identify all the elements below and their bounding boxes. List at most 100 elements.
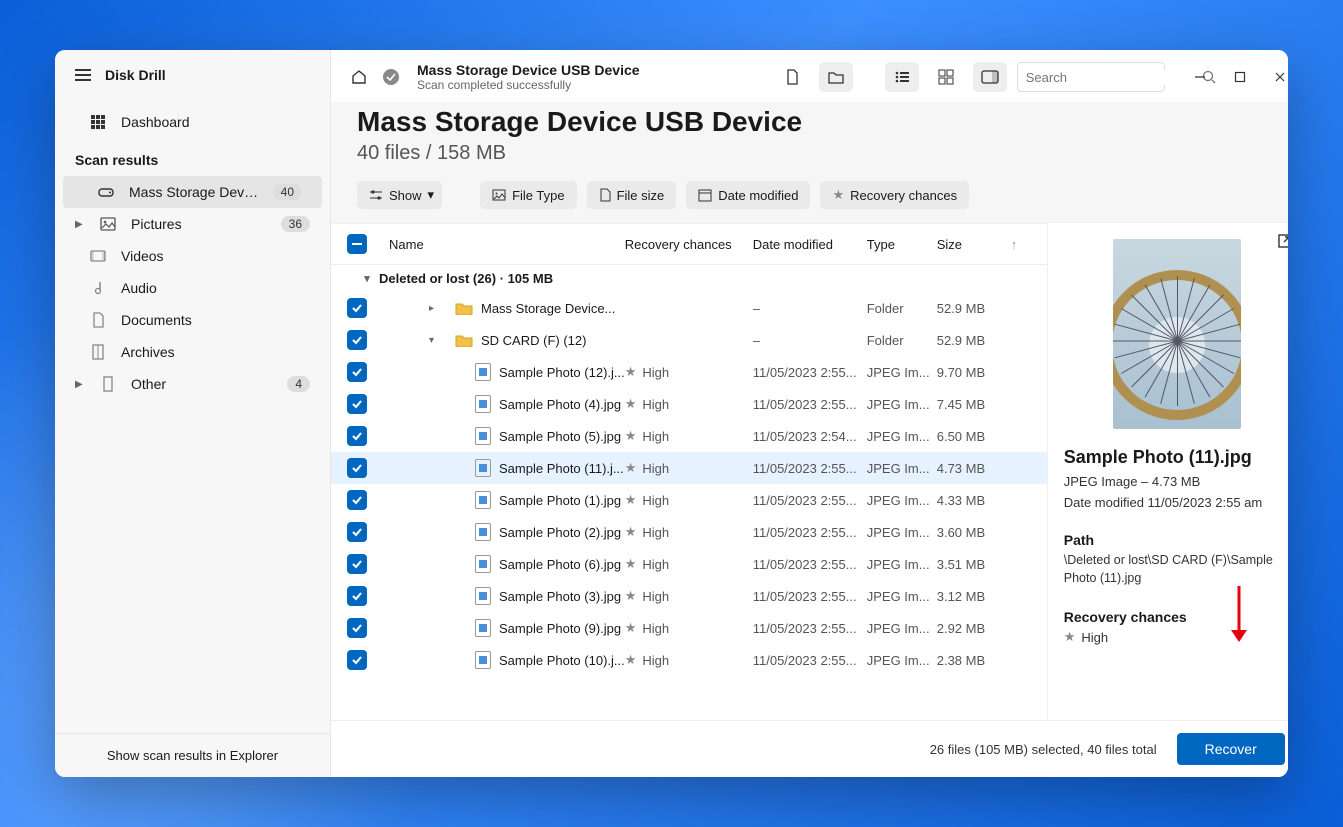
show-filter-button[interactable]: Show ▾ xyxy=(357,181,442,209)
folder-view-button[interactable] xyxy=(819,62,853,92)
date-filter-button[interactable]: Date modified xyxy=(686,181,810,209)
sidebar-item-label: Documents xyxy=(121,312,310,328)
row-checkbox[interactable] xyxy=(347,298,367,318)
grid-view-button[interactable] xyxy=(929,62,963,92)
sidebar-item-device[interactable]: Mass Storage Device USB... 40 xyxy=(63,176,322,208)
sidebar-item-other[interactable]: ▶ Other 4 xyxy=(55,368,330,400)
row-checkbox[interactable] xyxy=(347,650,367,670)
cell-date: 11/05/2023 2:55... xyxy=(753,397,867,412)
chevron-down-icon[interactable]: ▾ xyxy=(355,272,379,285)
sidebar-item-videos[interactable]: Videos xyxy=(55,240,330,272)
menu-icon[interactable] xyxy=(75,69,91,81)
search-input[interactable] xyxy=(1026,70,1202,85)
close-button[interactable] xyxy=(1271,68,1288,86)
sidebar-item-dashboard[interactable]: Dashboard xyxy=(55,106,330,138)
table-row[interactable]: Sample Photo (10).j...★High11/05/2023 2:… xyxy=(331,644,1047,676)
column-header-recovery[interactable]: Recovery chances xyxy=(625,237,753,252)
cell-size: 52.9 MB xyxy=(937,333,1011,348)
cell-date: 11/05/2023 2:55... xyxy=(753,621,867,636)
file-icon xyxy=(475,523,491,541)
table-row[interactable]: Sample Photo (1).jpg★High11/05/2023 2:55… xyxy=(331,484,1047,516)
maximize-button[interactable] xyxy=(1231,68,1249,86)
cell-size: 9.70 MB xyxy=(937,365,1011,380)
calendar-icon xyxy=(698,188,712,202)
column-header-date[interactable]: Date modified xyxy=(753,237,867,252)
search-box[interactable] xyxy=(1017,62,1165,92)
cell-size: 4.33 MB xyxy=(937,493,1011,508)
file-name: Sample Photo (1).jpg xyxy=(499,493,621,508)
cell-type: JPEG Im... xyxy=(867,461,937,476)
cell-name: Sample Photo (3).jpg xyxy=(381,587,625,605)
cell-size: 7.45 MB xyxy=(937,397,1011,412)
table-header: Name Recovery chances Date modified Type… xyxy=(331,224,1047,265)
row-checkbox[interactable] xyxy=(347,554,367,574)
sidebar-item-pictures[interactable]: ▶ Pictures 36 xyxy=(55,208,330,240)
app-window: Disk Drill Dashboard Scan results Mass S… xyxy=(55,50,1288,777)
toolbar: Mass Storage Device USB Device Scan comp… xyxy=(331,50,1288,102)
file-size-filter-button[interactable]: File size xyxy=(587,181,677,209)
row-checkbox[interactable] xyxy=(347,522,367,542)
cell-name: Sample Photo (12).j... xyxy=(381,363,625,381)
table-row[interactable]: ▾SD CARD (F) (12)–Folder52.9 MB xyxy=(331,324,1047,356)
cell-date: – xyxy=(753,301,867,316)
row-checkbox[interactable] xyxy=(347,394,367,414)
table-row[interactable]: Sample Photo (12).j...★High11/05/2023 2:… xyxy=(331,356,1047,388)
row-checkbox[interactable] xyxy=(347,458,367,478)
sidebar-item-archives[interactable]: Archives xyxy=(55,336,330,368)
cell-name: Sample Photo (9).jpg xyxy=(381,619,625,637)
star-icon: ★ xyxy=(625,556,637,572)
row-checkbox[interactable] xyxy=(347,362,367,382)
table-row[interactable]: Sample Photo (2).jpg★High11/05/2023 2:55… xyxy=(331,516,1047,548)
select-all-checkbox[interactable] xyxy=(347,234,367,254)
row-checkbox[interactable] xyxy=(347,586,367,606)
minimize-button[interactable] xyxy=(1191,68,1209,86)
preview-thumbnail xyxy=(1113,239,1241,429)
sort-arrow-icon[interactable]: ↑ xyxy=(1011,237,1031,252)
table-row[interactable]: ▸Mass Storage Device...–Folder52.9 MB xyxy=(331,292,1047,324)
column-header-size[interactable]: Size xyxy=(937,237,1011,252)
sidebar-item-documents[interactable]: Documents xyxy=(55,304,330,336)
row-checkbox[interactable] xyxy=(347,618,367,638)
file-name: Sample Photo (10).j... xyxy=(499,653,625,668)
cell-type: JPEG Im... xyxy=(867,525,937,540)
file-icon xyxy=(475,363,491,381)
table-row[interactable]: Sample Photo (3).jpg★High11/05/2023 2:55… xyxy=(331,580,1047,612)
show-in-explorer-button[interactable]: Show scan results in Explorer xyxy=(55,733,330,777)
row-checkbox[interactable] xyxy=(347,330,367,350)
file-type-filter-button[interactable]: File Type xyxy=(480,181,577,209)
table-row[interactable]: Sample Photo (11).j...★High11/05/2023 2:… xyxy=(331,452,1047,484)
file-icon xyxy=(475,395,491,413)
disk-icon xyxy=(97,186,115,198)
column-header-name[interactable]: Name xyxy=(381,237,625,252)
table-row[interactable]: Sample Photo (6).jpg★High11/05/2023 2:55… xyxy=(331,548,1047,580)
chevron-down-icon[interactable]: ▾ xyxy=(429,335,447,346)
preview-recovery: ★ High xyxy=(1064,629,1288,645)
folder-icon xyxy=(455,301,473,315)
recover-button[interactable]: Recover xyxy=(1177,733,1285,765)
cell-date: 11/05/2023 2:55... xyxy=(753,557,867,572)
file-name: Sample Photo (6).jpg xyxy=(499,557,621,572)
sidebar-section-header: Scan results xyxy=(55,138,330,176)
table-row[interactable]: Sample Photo (9).jpg★High11/05/2023 2:55… xyxy=(331,612,1047,644)
sidebar-nav: Dashboard Scan results Mass Storage Devi… xyxy=(55,100,330,733)
table-row[interactable]: Sample Photo (4).jpg★High11/05/2023 2:55… xyxy=(331,388,1047,420)
popout-icon[interactable] xyxy=(1277,233,1288,249)
audio-icon xyxy=(89,280,107,296)
chevron-right-icon[interactable]: ▸ xyxy=(429,303,447,314)
preview-pane-button[interactable] xyxy=(973,62,1007,92)
sidebar-item-label: Other xyxy=(131,376,273,392)
recovery-filter-button[interactable]: ★ Recovery chances xyxy=(820,181,969,209)
home-icon[interactable] xyxy=(349,67,369,87)
file-table: Name Recovery chances Date modified Type… xyxy=(331,223,1047,720)
group-row[interactable]: ▾ Deleted or lost (26) · 105 MB xyxy=(331,265,1047,292)
row-checkbox[interactable] xyxy=(347,426,367,446)
file-view-button[interactable] xyxy=(775,62,809,92)
toolbar-title: Mass Storage Device USB Device xyxy=(417,62,640,78)
row-checkbox[interactable] xyxy=(347,490,367,510)
main-panel: Mass Storage Device USB Device Scan comp… xyxy=(331,50,1288,777)
list-view-button[interactable] xyxy=(885,62,919,92)
table-row[interactable]: Sample Photo (5).jpg★High11/05/2023 2:54… xyxy=(331,420,1047,452)
column-header-type[interactable]: Type xyxy=(867,237,937,252)
sidebar-item-audio[interactable]: Audio xyxy=(55,272,330,304)
cell-name: Sample Photo (10).j... xyxy=(381,651,625,669)
